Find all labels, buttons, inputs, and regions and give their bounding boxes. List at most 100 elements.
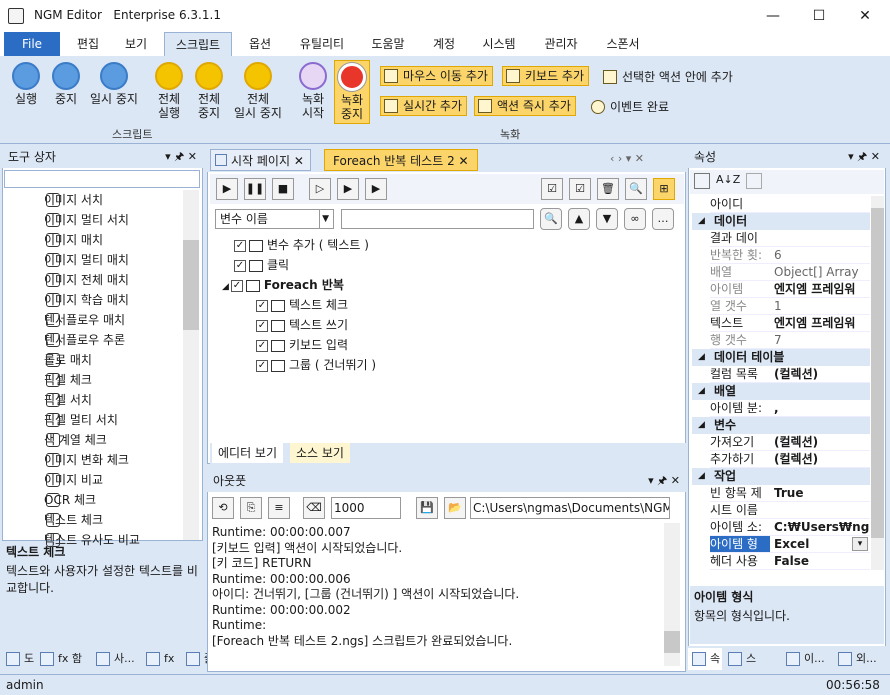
add-in-selected-button[interactable]: 선택한 액션 안에 추가 [600, 68, 733, 85]
step-icon[interactable]: ▷ [309, 178, 331, 200]
property-row[interactable]: 가져오기 (컬렉션) [710, 434, 870, 451]
tree-node[interactable]: ✓ 텍스트 체크 [256, 295, 348, 315]
check-all-icon[interactable]: ☑ [541, 178, 563, 200]
tab-system[interactable]: 시스템 [474, 32, 524, 56]
property-value[interactable]: , [774, 400, 870, 416]
property-category[interactable]: ◢ 배열 [692, 383, 870, 400]
toolbox-item[interactable]: 텍스트 체크 [44, 510, 182, 530]
toolbox-tab[interactable]: fx 함 [36, 648, 82, 670]
tree-node[interactable]: ✓ 키보드 입력 [256, 335, 348, 355]
variable-search-input[interactable] [341, 209, 534, 229]
toolbox-search-input[interactable] [4, 170, 200, 188]
toolbox-item[interactable]: 이미지 멀티 매치 [44, 250, 182, 270]
property-row[interactable]: 아이템 소: C:₩Users₩ngr [710, 519, 870, 536]
step-into-icon[interactable]: ▶ [337, 178, 359, 200]
property-pages-icon[interactable] [746, 173, 762, 189]
toolbox-item[interactable]: 이미지 변화 체크 [44, 450, 182, 470]
tab-edit[interactable]: 편집 [66, 32, 110, 56]
export-icon[interactable]: ⎘ [240, 497, 262, 519]
tree-view-icon[interactable]: ⊞ [653, 178, 675, 200]
collapse-icon[interactable]: ◢ [698, 383, 705, 400]
toolbox-item[interactable]: 이미지 학습 매치 [44, 290, 182, 310]
property-row[interactable]: 시트 이름 [710, 502, 870, 519]
toolbox-item[interactable]: 이미지 비교 [44, 470, 182, 490]
tab-view[interactable]: 보기 [114, 32, 158, 56]
property-category[interactable]: ◢ 데이터 테이블 [692, 349, 870, 366]
properties-tab[interactable]: 속 [688, 648, 722, 670]
up-icon[interactable]: ▲ [568, 208, 590, 230]
property-value[interactable]: (컬렉션) [774, 451, 870, 467]
toolbox-item[interactable]: 텐서플로우 추론 [44, 330, 182, 350]
add-realtime-button[interactable]: 실시간 추가 [380, 96, 468, 116]
properties-tab[interactable]: 스크... [724, 648, 776, 687]
tab-script[interactable]: 스크립트 [164, 32, 232, 56]
property-value[interactable]: False [774, 553, 870, 569]
property-value[interactable]: 엔지엠 프레임워 [774, 315, 870, 331]
close-button[interactable]: ✕ [842, 0, 888, 32]
minimize-button[interactable]: — [750, 0, 796, 32]
property-value[interactable]: (컬렉션) [774, 434, 870, 450]
tab-source-view[interactable]: 소스 보기 [290, 443, 350, 463]
property-row[interactable]: 아이템 형 Excel ▾ [710, 536, 870, 553]
collapse-icon[interactable]: ◢ [698, 417, 705, 434]
tab-sponsor[interactable]: 스폰서 [598, 32, 648, 56]
tab-foreach-test[interactable]: Foreach 반복 테스트 2 ✕ [324, 149, 478, 171]
toolbox-tab[interactable]: 즐 [182, 648, 214, 670]
collapse-icon[interactable]: ◢ [698, 468, 705, 485]
property-row[interactable]: 결과 데이 [710, 230, 870, 247]
expand-icon[interactable]: ◢ [222, 282, 229, 292]
stop-icon[interactable]: ■ [272, 178, 294, 200]
record-stop-button[interactable]: 녹화 중지 [334, 60, 370, 124]
toolbox-item[interactable]: 픽셀 체크 [44, 370, 182, 390]
maximize-button[interactable]: ☐ [796, 0, 842, 32]
toolbox-tab[interactable]: 사... [92, 648, 138, 670]
property-value[interactable]: 1 [774, 298, 870, 314]
property-row[interactable]: 아이디 [710, 196, 870, 213]
property-value[interactable]: True [774, 485, 870, 501]
toolbox-item[interactable]: 롤로 매치 [44, 350, 182, 370]
toolbox-item[interactable]: 텐서플로우 매치 [44, 310, 182, 330]
checkbox[interactable]: ✓ [256, 359, 268, 372]
stop-button[interactable]: 중지 [48, 62, 84, 106]
property-value[interactable]: C:₩Users₩ngr [774, 519, 870, 535]
property-value[interactable]: (컬렉션) [774, 366, 870, 382]
checkbox[interactable]: ✓ [256, 299, 268, 312]
property-row[interactable]: 텍스트 엔지엠 프레임워 [710, 315, 870, 332]
property-value[interactable]: 6 [774, 247, 870, 263]
output-count-input[interactable]: 1000 [331, 497, 401, 519]
property-value[interactable]: 7 [774, 332, 870, 348]
open-folder-icon[interactable]: 📂 [444, 497, 466, 519]
pause-icon[interactable]: ❚❚ [244, 178, 266, 200]
property-value[interactable]: Object[] Array [774, 264, 870, 280]
down-icon[interactable]: ▼ [596, 208, 618, 230]
tree-node[interactable]: ✓ 클릭 [234, 255, 289, 275]
tab-options[interactable]: 옵션 [238, 32, 282, 56]
output-path-input[interactable]: C:\Users\ngmas\Documents\NGM6\ [470, 497, 670, 519]
variable-name-select[interactable]: 변수 이름 ▼ [215, 209, 334, 229]
search-icon[interactable]: 🔍 [540, 208, 562, 230]
toolbox-item[interactable]: 색 계열 체크 [44, 430, 182, 450]
property-row[interactable]: 헤더 사용 False [710, 553, 870, 570]
record-start-button[interactable]: 녹화 시작 [296, 62, 330, 120]
tree-node[interactable]: ◢ ✓ Foreach 반복 [222, 275, 344, 295]
checkbox[interactable]: ✓ [256, 339, 268, 352]
checkbox[interactable]: ✓ [230, 279, 243, 292]
collapse-icon[interactable]: ◢ [698, 349, 705, 366]
toolbox-scrollbar[interactable] [183, 190, 199, 540]
event-done-button[interactable]: 이벤트 완료 [588, 98, 669, 115]
toolbox-item[interactable]: 이미지 멀티 서치 [44, 210, 182, 230]
add-action-now-button[interactable]: 액션 즉시 추가 [474, 96, 576, 116]
pause-button[interactable]: 일시 중지 [86, 62, 142, 106]
add-mouse-move-button[interactable]: 마우스 이동 추가 [380, 66, 493, 86]
categorized-icon[interactable] [694, 173, 710, 189]
tab-editor-view[interactable]: 에디터 보기 [212, 443, 284, 463]
properties-tab[interactable]: 외... [834, 648, 886, 670]
sort-az-icon[interactable]: A↓Z [716, 173, 740, 186]
property-category[interactable]: ◢ 데이터 [692, 213, 870, 230]
tab-nav-icons[interactable]: ‹ › ▾ ✕ [610, 152, 644, 165]
delete-icon[interactable]: 🗑 [597, 178, 619, 200]
tab-utility[interactable]: 유틸리티 [290, 32, 354, 56]
close-tab-icon[interactable]: ✕ [294, 154, 304, 168]
play-icon[interactable]: ▶ [216, 178, 238, 200]
property-row[interactable]: 아이템 분:, [710, 400, 870, 417]
